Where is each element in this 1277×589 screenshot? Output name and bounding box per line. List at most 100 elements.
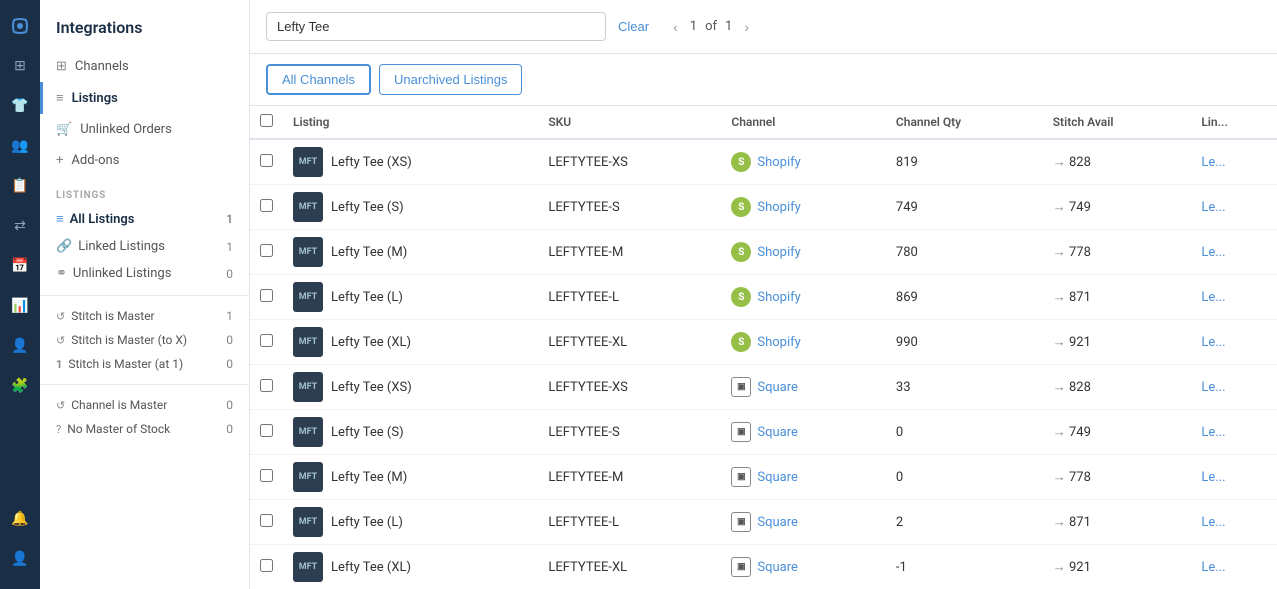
- arrow-icon: →: [1053, 515, 1069, 530]
- icon-bar-avatar[interactable]: 👤: [2, 541, 38, 577]
- row-checkbox-cell: [250, 230, 283, 275]
- listings-section-label: LISTINGS: [40, 176, 249, 205]
- icon-bar-puzzle[interactable]: 🧩: [2, 368, 38, 404]
- icon-bar-home[interactable]: ⊞: [2, 48, 38, 84]
- listing-sku-cell: LEFTYTEE-M: [538, 455, 721, 500]
- listing-link[interactable]: Le...: [1201, 470, 1225, 485]
- row-checkbox[interactable]: [260, 244, 273, 257]
- stitch-avail-cell: → 871: [1043, 275, 1192, 320]
- clear-button[interactable]: Clear: [618, 19, 649, 34]
- filter-bar: All Channels Unarchived Listings: [250, 54, 1277, 106]
- row-checkbox[interactable]: [260, 289, 273, 302]
- channel-link[interactable]: Square: [757, 470, 798, 485]
- unlinked-icon: ⚭: [56, 266, 67, 281]
- icon-bar-shirt[interactable]: 👕: [2, 88, 38, 124]
- listing-thumb: MFT: [293, 282, 323, 312]
- channel-link[interactable]: Shopify: [757, 335, 800, 350]
- listing-channel-cell: S Shopify: [721, 185, 886, 230]
- icon-bar-arrows[interactable]: ⇄: [2, 208, 38, 244]
- col-checkbox: [250, 106, 283, 139]
- channel-link[interactable]: Shopify: [757, 245, 800, 260]
- row-checkbox-cell: [250, 545, 283, 589]
- sidebar-filter-channel-master[interactable]: ↺ Channel is Master 0: [40, 393, 249, 417]
- row-checkbox-cell: [250, 365, 283, 410]
- all-channels-filter[interactable]: All Channels: [266, 64, 371, 95]
- shopify-icon: S: [731, 152, 751, 172]
- sidebar-filter-stitch-master[interactable]: ↺ Stitch is Master 1: [40, 304, 249, 328]
- icon-bar-user[interactable]: 👤: [2, 328, 38, 364]
- listing-thumb: MFT: [293, 507, 323, 537]
- col-channel: Channel: [721, 106, 886, 139]
- square-icon: ▣: [731, 422, 751, 442]
- row-checkbox[interactable]: [260, 379, 273, 392]
- sidebar-filter-no-master[interactable]: ? No Master of Stock 0: [40, 417, 249, 441]
- sidebar-filter-stitch-master-at-1[interactable]: 1 Stitch is Master (at 1) 0: [40, 352, 249, 376]
- next-page-button[interactable]: ›: [740, 17, 753, 37]
- prev-page-button[interactable]: ‹: [669, 17, 682, 37]
- row-checkbox[interactable]: [260, 469, 273, 482]
- sidebar-item-listings[interactable]: ≡ Listings: [40, 82, 249, 114]
- icon-bar-orders[interactable]: 📋: [2, 168, 38, 204]
- sidebar-item-channels[interactable]: ⊞ Channels: [40, 51, 249, 82]
- col-sku: SKU: [538, 106, 721, 139]
- square-icon: ▣: [731, 467, 751, 487]
- sidebar-filter-stitch-master-to-x[interactable]: ↺ Stitch is Master (to X) 0: [40, 328, 249, 352]
- channel-link[interactable]: Square: [757, 560, 798, 575]
- row-checkbox[interactable]: [260, 334, 273, 347]
- listing-channel-cell: S Shopify: [721, 320, 886, 365]
- search-input[interactable]: [266, 12, 606, 41]
- listing-name: Lefty Tee (XS): [331, 380, 412, 395]
- row-checkbox[interactable]: [260, 154, 273, 167]
- stitch-master-to-x-icon: ↺: [56, 334, 65, 347]
- listing-link[interactable]: Le...: [1201, 290, 1225, 305]
- row-checkbox[interactable]: [260, 559, 273, 572]
- channel-link[interactable]: Square: [757, 515, 798, 530]
- sidebar-unlinked-listings[interactable]: ⚭ Unlinked Listings 0: [40, 260, 249, 287]
- row-checkbox[interactable]: [260, 514, 273, 527]
- channel-link[interactable]: Square: [757, 425, 798, 440]
- channel-link[interactable]: Square: [757, 380, 798, 395]
- icon-bar-calendar[interactable]: 📅: [2, 248, 38, 284]
- table-row: MFT Lefty Tee (M) LEFTYTEE-M ▣ Square 0→…: [250, 455, 1277, 500]
- unarchived-filter[interactable]: Unarchived Listings: [379, 64, 522, 95]
- sidebar-item-add-ons[interactable]: + Add-ons: [40, 145, 249, 176]
- listing-name: Lefty Tee (XL): [331, 335, 411, 350]
- square-icon: ▣: [731, 377, 751, 397]
- listing-channel-cell: S Shopify: [721, 139, 886, 185]
- icon-bar-chart[interactable]: 📊: [2, 288, 38, 324]
- listing-link[interactable]: Le...: [1201, 425, 1225, 440]
- listing-name: Lefty Tee (XS): [331, 155, 412, 170]
- channel-cell: ▣ Square: [731, 377, 876, 397]
- icon-bar-logo[interactable]: [2, 8, 38, 44]
- listing-link[interactable]: Le...: [1201, 515, 1225, 530]
- listing-thumb: MFT: [293, 417, 323, 447]
- listing-link[interactable]: Le...: [1201, 380, 1225, 395]
- sidebar-linked-listings[interactable]: 🔗 Linked Listings 1: [40, 233, 249, 260]
- row-checkbox[interactable]: [260, 424, 273, 437]
- listing-link[interactable]: Le...: [1201, 335, 1225, 350]
- channel-link[interactable]: Shopify: [757, 200, 800, 215]
- icon-bar-people[interactable]: 👥: [2, 128, 38, 164]
- arrow-icon: →: [1053, 470, 1069, 485]
- listing-link[interactable]: Le...: [1201, 155, 1225, 170]
- stitch-avail-value: 749: [1069, 425, 1091, 440]
- sidebar-item-unlinked-orders[interactable]: 🛒 Unlinked Orders: [40, 114, 249, 145]
- stitch-avail-value: 871: [1069, 290, 1091, 305]
- link-col-cell: Le...: [1191, 275, 1277, 320]
- listing-link[interactable]: Le...: [1201, 245, 1225, 260]
- col-listing: Listing: [283, 106, 538, 139]
- channel-qty-cell: 33: [886, 365, 1043, 410]
- listing-link[interactable]: Le...: [1201, 200, 1225, 215]
- stitch-avail-value: 871: [1069, 515, 1091, 530]
- stitch-avail-value: 778: [1069, 245, 1091, 260]
- row-checkbox[interactable]: [260, 199, 273, 212]
- channel-link[interactable]: Shopify: [757, 290, 800, 305]
- listing-name: Lefty Tee (S): [331, 200, 404, 215]
- sidebar-all-listings[interactable]: ≡ All Listings 1: [40, 205, 249, 233]
- icon-bar: ⊞ 👕 👥 📋 ⇄ 📅 📊 👤 🧩 🔔 👤: [0, 0, 40, 589]
- listing-link[interactable]: Le...: [1201, 560, 1225, 575]
- select-all-checkbox[interactable]: [260, 114, 273, 127]
- channel-link[interactable]: Shopify: [757, 155, 800, 170]
- icon-bar-bell[interactable]: 🔔: [2, 501, 38, 537]
- channel-qty-cell: 0: [886, 455, 1043, 500]
